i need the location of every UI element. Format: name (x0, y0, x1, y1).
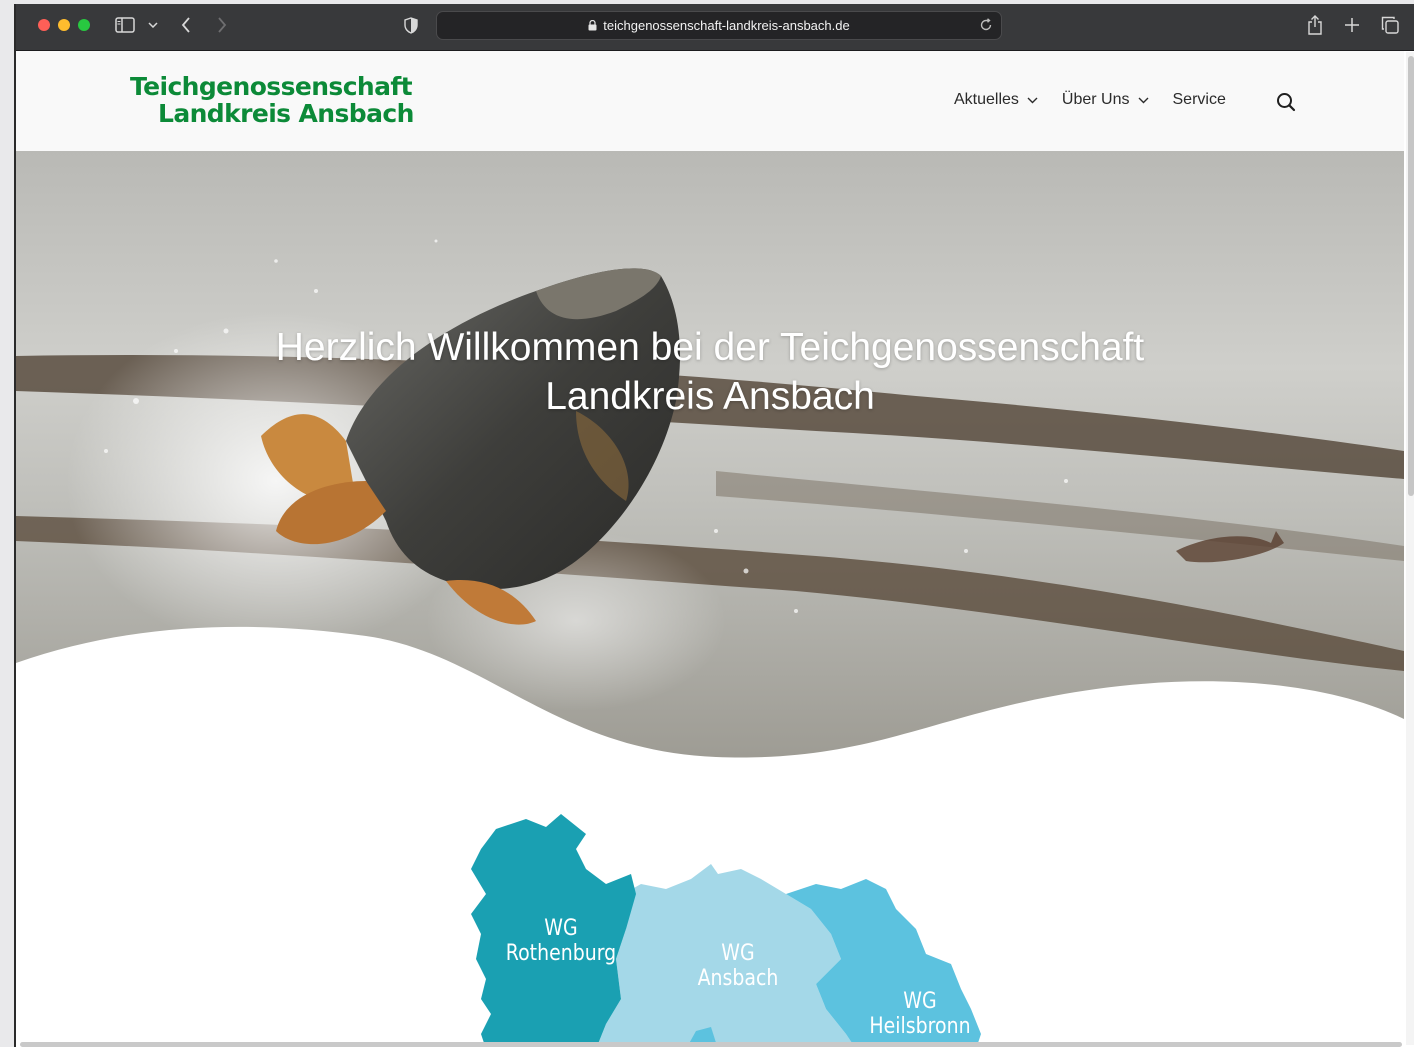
hero-title-line-2: Landkreis Ansbach (545, 375, 875, 418)
vertical-scrollbar[interactable] (1406, 52, 1414, 1045)
site-header: Teichgenossenschaft Landkreis Ansbach Ak… (16, 51, 1404, 151)
hero-title: Herzlich Willkommen bei der Teichgenosse… (166, 323, 1254, 421)
region-label-heilsbronn[interactable]: WG Heilsbronn (851, 989, 989, 1039)
region-map: WG Rothenburg WG Ansbach WG Heilsbronn (456, 809, 996, 1047)
region-label-line: Ansbach (697, 966, 779, 991)
address-bar[interactable]: teichgenossenschaft-landkreis-ansbach.de (436, 11, 1002, 40)
hero-title-line-1: Herzlich Willkommen bei der Teichgenosse… (275, 326, 1145, 369)
share-icon[interactable] (1306, 14, 1324, 36)
region-label-line: Rothenburg (505, 941, 617, 966)
chevron-down-icon (1138, 97, 1149, 104)
url-text: teichgenossenschaft-landkreis-ansbach.de (603, 18, 850, 33)
region-label-line: Heilsbronn (869, 1014, 971, 1039)
forward-icon[interactable] (214, 14, 230, 36)
close-window-button[interactable] (38, 19, 50, 31)
nav-label: Service (1172, 91, 1226, 108)
chevron-down-icon (1027, 97, 1038, 104)
sidebar-toggle-icon[interactable] (114, 14, 136, 36)
browser-window: teichgenossenschaft-landkreis-ansbach.de… (14, 4, 1414, 1047)
hero-image-leaping-carp (16, 151, 1404, 771)
scrollbar-thumb[interactable] (1408, 56, 1414, 496)
lock-icon (588, 20, 597, 31)
region-label-rothenburg[interactable]: WG Rothenburg (492, 916, 630, 966)
logo-line-2: Landkreis Ansbach (158, 99, 414, 128)
hero-banner: Herzlich Willkommen bei der Teichgenosse… (16, 151, 1404, 771)
horizontal-scrollbar[interactable] (20, 1042, 1402, 1047)
nav-item-service[interactable]: Service (1173, 91, 1226, 109)
nav-item-ueber-uns[interactable]: Über Uns (1062, 91, 1149, 109)
region-label-line: WG (721, 941, 755, 966)
zoom-window-button[interactable] (78, 19, 90, 31)
region-label-line: WG (903, 989, 937, 1014)
privacy-shield-icon[interactable] (402, 14, 420, 36)
new-tab-icon[interactable] (1343, 14, 1361, 36)
nav-item-aktuelles[interactable]: Aktuelles (954, 91, 1038, 109)
minimize-window-button[interactable] (58, 19, 70, 31)
browser-toolbar: teichgenossenschaft-landkreis-ansbach.de (16, 4, 1414, 51)
nav-label: Über Uns (1061, 91, 1130, 108)
region-label-ansbach[interactable]: WG Ansbach (669, 941, 807, 991)
logo-line-1: Teichgenossenschaft (130, 72, 413, 101)
nav-label: Aktuelles (954, 91, 1019, 108)
tab-overview-icon[interactable] (1380, 14, 1400, 36)
site-logo[interactable]: Teichgenossenschaft Landkreis Ansbach (130, 73, 414, 127)
chevron-down-icon[interactable] (146, 14, 160, 36)
search-icon[interactable] (1276, 92, 1296, 112)
back-icon[interactable] (178, 14, 194, 36)
reload-icon[interactable] (979, 18, 993, 32)
region-label-line: WG (544, 916, 578, 941)
main-navigation: Aktuelles Über Uns Service (954, 91, 1250, 109)
